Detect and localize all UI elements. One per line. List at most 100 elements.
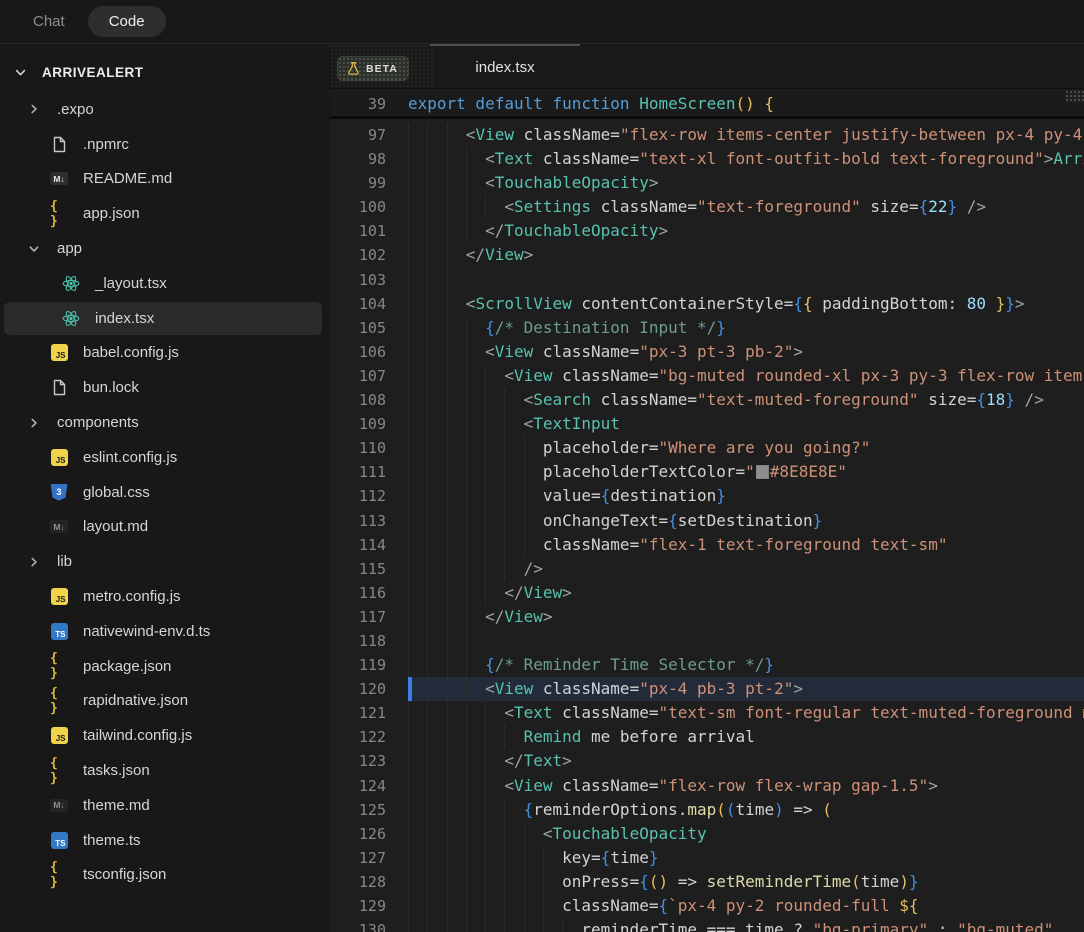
code-line-97[interactable]: 97 <View className="flex-row items-cente… — [330, 123, 1084, 147]
code-line-120[interactable]: 120 <View className="px-4 pb-3 pt-2"> — [330, 677, 1084, 701]
code-line-104[interactable]: 104 <ScrollView contentContainerStyle={{… — [330, 292, 1084, 316]
sidebar-item--npmrc[interactable]: .npmrc — [0, 127, 330, 162]
sidebar-item--layout-tsx[interactable]: _layout.tsx — [0, 266, 330, 301]
file-label: package.json — [83, 658, 171, 675]
sidebar-item-eslint-config-js[interactable]: JSeslint.config.js — [0, 440, 330, 475]
sidebar-item-tailwind-config-js[interactable]: JStailwind.config.js — [0, 718, 330, 753]
code-line-111[interactable]: 111 placeholderTextColor="#8E8E8E" — [330, 460, 1084, 484]
token: "bg-muted rounded-xl px-3 py-3 flex-row … — [658, 366, 1084, 385]
code-line-107[interactable]: 107 <View className="bg-muted rounded-xl… — [330, 364, 1084, 388]
vertical-scrollbar-thumb[interactable] — [1065, 90, 1084, 103]
code-line-129[interactable]: 129 className={`px-4 py-2 rounded-full $… — [330, 894, 1084, 918]
token: /* Destination Input */ — [495, 318, 717, 337]
token: className — [553, 703, 649, 722]
token: ( — [716, 800, 726, 819]
code-line-106[interactable]: 106 <View className="px-3 pt-3 pb-2"> — [330, 340, 1084, 364]
code-line-114[interactable]: 114 className="flex-1 text-foreground te… — [330, 533, 1084, 557]
tab-chat[interactable]: Chat — [33, 13, 65, 30]
sidebar-item-nativewind-env-d-ts[interactable]: TSnativewind-env.d.ts — [0, 614, 330, 649]
sidebar-item-theme-ts[interactable]: TStheme.ts — [0, 823, 330, 858]
token: className — [514, 125, 610, 144]
code-line-110[interactable]: 110 placeholder="Where are you going?" — [330, 436, 1084, 460]
token: = — [591, 848, 601, 867]
code-line-102[interactable]: 102 </View> — [330, 243, 1084, 267]
code-line-116[interactable]: 116 </View> — [330, 581, 1084, 605]
code-line-113[interactable]: 113 onChangeText={setDestination} — [330, 509, 1084, 533]
token: value — [543, 486, 591, 505]
editor-tab-index-tsx[interactable]: index.tsx — [430, 44, 580, 88]
token: } — [947, 197, 957, 216]
code-line-123[interactable]: 123 </Text> — [330, 749, 1084, 773]
sidebar-item-rapidnative-json[interactable]: { }rapidnative.json — [0, 684, 330, 719]
sidebar-item-package-json[interactable]: { }package.json — [0, 649, 330, 684]
code-line-128[interactable]: 128 onPress={() => setReminderTime(time)… — [330, 870, 1084, 894]
token: { — [485, 655, 495, 674]
code-line-103[interactable]: 103 — [330, 268, 1084, 292]
sidebar-item-tasks-json[interactable]: { }tasks.json — [0, 753, 330, 788]
code-line-125[interactable]: 125 {reminderOptions.map((time) => ( — [330, 798, 1084, 822]
chevron-down-icon — [28, 243, 40, 255]
code-line-105[interactable]: 105 {/* Destination Input */} — [330, 316, 1084, 340]
sidebar-item-index-tsx[interactable]: index.tsx — [0, 301, 330, 336]
code-line-108[interactable]: 108 <Search className="text-muted-foregr… — [330, 388, 1084, 412]
file-label: tsconfig.json — [83, 866, 166, 883]
code-line-122[interactable]: 122 Remind me before arrival — [330, 725, 1084, 749]
file-label: theme.md — [83, 797, 150, 814]
code-line-109[interactable]: 109 <TextInput — [330, 412, 1084, 436]
json-icon: { } — [50, 762, 68, 780]
sidebar-item-metro-config-js[interactable]: JSmetro.config.js — [0, 579, 330, 614]
javascript-icon: JS — [50, 727, 68, 745]
sidebar-item-global-css[interactable]: 3global.css — [0, 475, 330, 510]
code-line-101[interactable]: 101 </TouchableOpacity> — [330, 219, 1084, 243]
token: time — [861, 872, 900, 891]
tab-code[interactable]: Code — [88, 6, 166, 37]
code-line-127[interactable]: 127 key={time} — [330, 846, 1084, 870]
token: > — [562, 583, 572, 602]
code-line-112[interactable]: 112 value={destination} — [330, 484, 1084, 508]
sidebar-item-babel-config-js[interactable]: JSbabel.config.js — [0, 336, 330, 371]
token: = — [909, 197, 919, 216]
sidebar-item-app-json[interactable]: { }app.json — [0, 196, 330, 231]
code-line-126[interactable]: 126 <TouchableOpacity — [330, 822, 1084, 846]
sidebar-item-readme-md[interactable]: M↓README.md — [0, 162, 330, 197]
sidebar-item-theme-md[interactable]: M↓theme.md — [0, 788, 330, 823]
sidebar-item-app[interactable]: app — [0, 231, 330, 266]
token: View — [514, 366, 553, 385]
code-line-99[interactable]: 99 <TouchableOpacity> — [330, 171, 1084, 195]
token: "flex-1 text-foreground text-sm" — [639, 535, 947, 554]
token: < — [466, 125, 476, 144]
code-line-117[interactable]: 117 </View> — [330, 605, 1084, 629]
token: > — [543, 607, 553, 626]
sidebar-item-components[interactable]: components — [0, 405, 330, 440]
code-line-98[interactable]: 98 <Text className="text-xl font-outfit-… — [330, 147, 1084, 171]
code-line-130[interactable]: 130 reminderTime === time ? "bg-primary"… — [330, 918, 1084, 932]
sidebar-item-bun-lock[interactable]: bun.lock — [0, 370, 330, 405]
code-line-115[interactable]: 115 /> — [330, 557, 1084, 581]
sidebar-item-tsconfig-json[interactable]: { }tsconfig.json — [0, 858, 330, 893]
file-label: lib — [57, 553, 72, 570]
file-label: metro.config.js — [83, 588, 181, 605]
code-line-119[interactable]: 119 {/* Reminder Time Selector */} — [330, 653, 1084, 677]
token: "bg-muted" — [957, 920, 1053, 932]
sidebar-item-lib[interactable]: lib — [0, 544, 330, 579]
sticky-scope-line[interactable]: 39export default function HomeScreen() { — [330, 89, 1084, 119]
project-header[interactable]: ARRIVEALERT — [0, 55, 330, 89]
token: < — [485, 679, 495, 698]
code-line-124[interactable]: 124 <View className="flex-row flex-wrap … — [330, 774, 1084, 798]
token: = — [784, 294, 794, 313]
app-window: Chat Code ARRIVEALERT .expo.npmrcM↓READM… — [0, 0, 1084, 932]
token: { — [793, 294, 803, 313]
code-line-121[interactable]: 121 <Text className="text-sm font-regula… — [330, 701, 1084, 725]
sidebar-item-layout-md[interactable]: M↓layout.md — [0, 510, 330, 545]
typescript-icon: TS — [50, 622, 68, 640]
token: onPress — [562, 872, 629, 891]
react-icon — [62, 309, 80, 328]
chevron-right-icon — [28, 417, 40, 429]
token: ( — [851, 872, 861, 891]
token: ${ — [899, 896, 918, 915]
code-line-118[interactable]: 118 — [330, 629, 1084, 653]
token: = — [630, 872, 640, 891]
code-line-100[interactable]: 100 <Settings className="text-foreground… — [330, 195, 1084, 219]
sidebar-item--expo[interactable]: .expo — [0, 92, 330, 127]
code-text: <ScrollView contentContainerStyle={{ pad… — [330, 292, 1084, 316]
